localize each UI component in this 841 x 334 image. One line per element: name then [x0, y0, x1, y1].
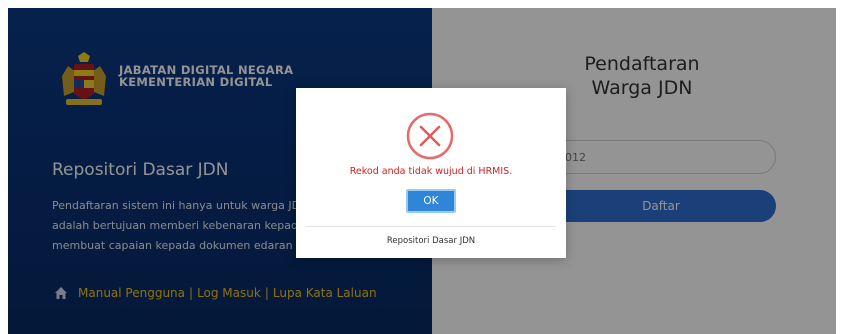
error-message: Rekod anda tidak wujud di HRMIS. [349, 166, 513, 177]
error-x-icon [406, 112, 454, 160]
dialog-footer-text: Repositori Dasar JDN [386, 236, 476, 246]
error-dialog: Rekod anda tidak wujud di HRMIS. OK Repo… [296, 88, 566, 258]
dialog-divider [306, 226, 556, 227]
ok-button[interactable]: OK [406, 189, 456, 213]
